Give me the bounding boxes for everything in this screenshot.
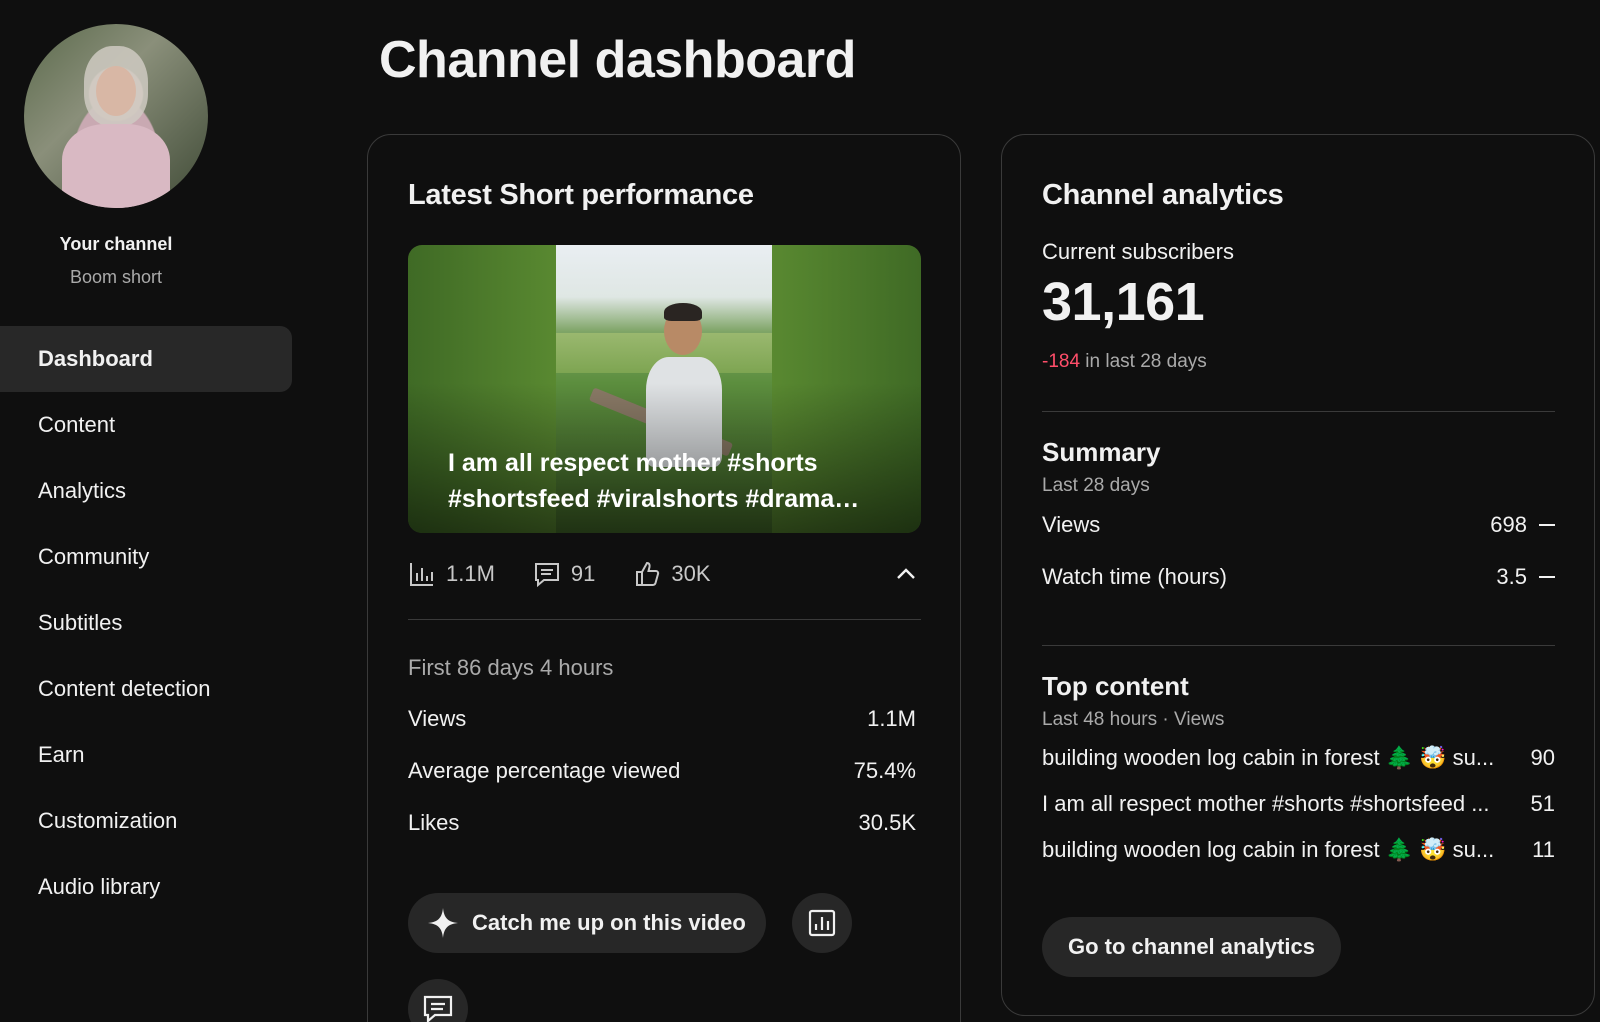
no-change-indicator (1539, 524, 1555, 526)
metric-row: Likes 30.5K (408, 797, 916, 849)
comments-stat-value: 91 (570, 561, 596, 586)
top-content-row[interactable]: I am all respect mother #shorts #shortsf… (1042, 781, 1555, 827)
sparkle-icon (428, 908, 458, 938)
sidebar-item-earn[interactable]: Earn (0, 722, 292, 788)
top-content-period: Last 48 hours · Views (1042, 709, 1225, 730)
sidebar-item-subtitles[interactable]: Subtitles (0, 590, 292, 656)
summary-period: Last 28 days (1042, 475, 1150, 496)
sidebar-item-analytics[interactable]: Analytics (0, 458, 292, 524)
divider (408, 619, 921, 620)
top-content-views: 11 (1532, 837, 1555, 862)
page-title: Channel dashboard (379, 31, 856, 89)
metric-row: Average percentage viewed 75.4% (408, 745, 916, 797)
divider (1042, 645, 1555, 646)
top-content-views: 90 (1530, 745, 1555, 770)
sidebar: Your channel Boom short Dashboard Conten… (0, 0, 300, 1022)
channel-name[interactable]: Boom short (0, 267, 232, 288)
no-change-indicator (1539, 576, 1555, 578)
likes-stat-value: 30K (671, 561, 711, 586)
metric-label: Average percentage viewed (408, 758, 681, 783)
comment-icon (423, 995, 453, 1022)
collapse-button[interactable] (891, 559, 921, 589)
metric-value: 30.5K (858, 810, 917, 835)
bar-chart-icon (410, 563, 433, 586)
subscribers-change-suffix: in last 28 days (1080, 351, 1207, 372)
top-content-row[interactable]: building wooden log cabin in forest 🌲 🤯 … (1042, 827, 1555, 873)
metric-label: Views (408, 706, 467, 731)
subscribers-label: Current subscribers (1042, 239, 1234, 264)
summary-label: Watch time (hours) (1042, 564, 1228, 589)
catch-me-up-label: Catch me up on this video (472, 910, 746, 935)
metric-row: Views 1.1M (408, 693, 916, 745)
sidebar-nav: Dashboard Content Analytics Community Su… (0, 326, 292, 920)
your-channel-label: Your channel (59, 234, 173, 254)
summary-list: Views 698 Watch time (hours) 3.5 (1042, 499, 1555, 603)
chevron-up-icon (897, 568, 915, 579)
top-content-row[interactable]: building wooden log cabin in forest 🌲 🤯 … (1042, 735, 1555, 781)
sidebar-item-community[interactable]: Community (0, 524, 292, 590)
subscribers-change: -184 in last 28 days (1042, 351, 1207, 373)
subscribers-count: 31,161 (1042, 272, 1205, 332)
divider (1042, 411, 1555, 412)
summary-label: Views (1042, 512, 1101, 537)
catch-me-up-button[interactable]: Catch me up on this video (408, 893, 766, 953)
top-content-list: building wooden log cabin in forest 🌲 🤯 … (1042, 735, 1555, 873)
top-content-title: Top content (1042, 671, 1189, 701)
thumbs-up-icon (636, 561, 660, 586)
sidebar-item-audio-library[interactable]: Audio library (0, 854, 292, 920)
metric-value: 75.4% (853, 758, 916, 783)
channel-analytics-title: Channel analytics (1042, 179, 1284, 211)
short-caption: I am all respect mother #shorts #shortsf… (448, 449, 860, 513)
sidebar-item-dashboard[interactable]: Dashboard (0, 326, 292, 392)
metric-value: 1.1M (867, 706, 916, 731)
go-to-channel-analytics-button[interactable]: Go to channel analytics (1042, 917, 1341, 977)
metric-label: Likes (408, 810, 460, 835)
views-stat: 1.1M (408, 560, 495, 588)
sidebar-item-content-detection[interactable]: Content detection (0, 656, 292, 722)
summary-value: 3.5 (1496, 564, 1527, 589)
short-metrics: Views 1.1M Average percentage viewed 75.… (408, 693, 916, 849)
subscribers-change-value: -184 (1042, 351, 1081, 372)
comment-icon (534, 563, 559, 588)
top-content-title-text[interactable]: building wooden log cabin in forest 🌲 🤯 … (1042, 837, 1520, 863)
analytics-icon-button[interactable] (792, 893, 852, 953)
short-stats-row: 1.1M 91 30K (408, 553, 921, 595)
comments-icon-button[interactable] (408, 979, 468, 1022)
short-thumbnail[interactable]: I am all respect mother #shorts #shortsf… (408, 245, 921, 533)
latest-short-title: Latest Short performance (408, 179, 754, 211)
comments-stat: 91 (533, 560, 595, 588)
likes-stat: 30K (633, 560, 711, 588)
latest-short-card: Latest Short performance I am all respec… (367, 134, 961, 1022)
summary-title: Summary (1042, 437, 1161, 467)
views-stat-value: 1.1M (446, 561, 495, 586)
top-content-title-text[interactable]: building wooden log cabin in forest 🌲 🤯 … (1042, 745, 1519, 771)
summary-row: Watch time (hours) 3.5 (1042, 551, 1555, 603)
summary-row: Views 698 (1042, 499, 1555, 551)
analytics-icon (808, 909, 836, 937)
summary-value: 698 (1490, 512, 1527, 537)
sidebar-item-content[interactable]: Content (0, 392, 292, 458)
channel-avatar[interactable] (24, 24, 208, 208)
top-content-title-text[interactable]: I am all respect mother #shorts #shortsf… (1042, 791, 1519, 817)
top-content-views: 51 (1530, 791, 1555, 816)
channel-analytics-card: Channel analytics Current subscribers 31… (1001, 134, 1595, 1016)
short-period: First 86 days 4 hours (408, 655, 614, 680)
sidebar-item-customization[interactable]: Customization (0, 788, 292, 854)
